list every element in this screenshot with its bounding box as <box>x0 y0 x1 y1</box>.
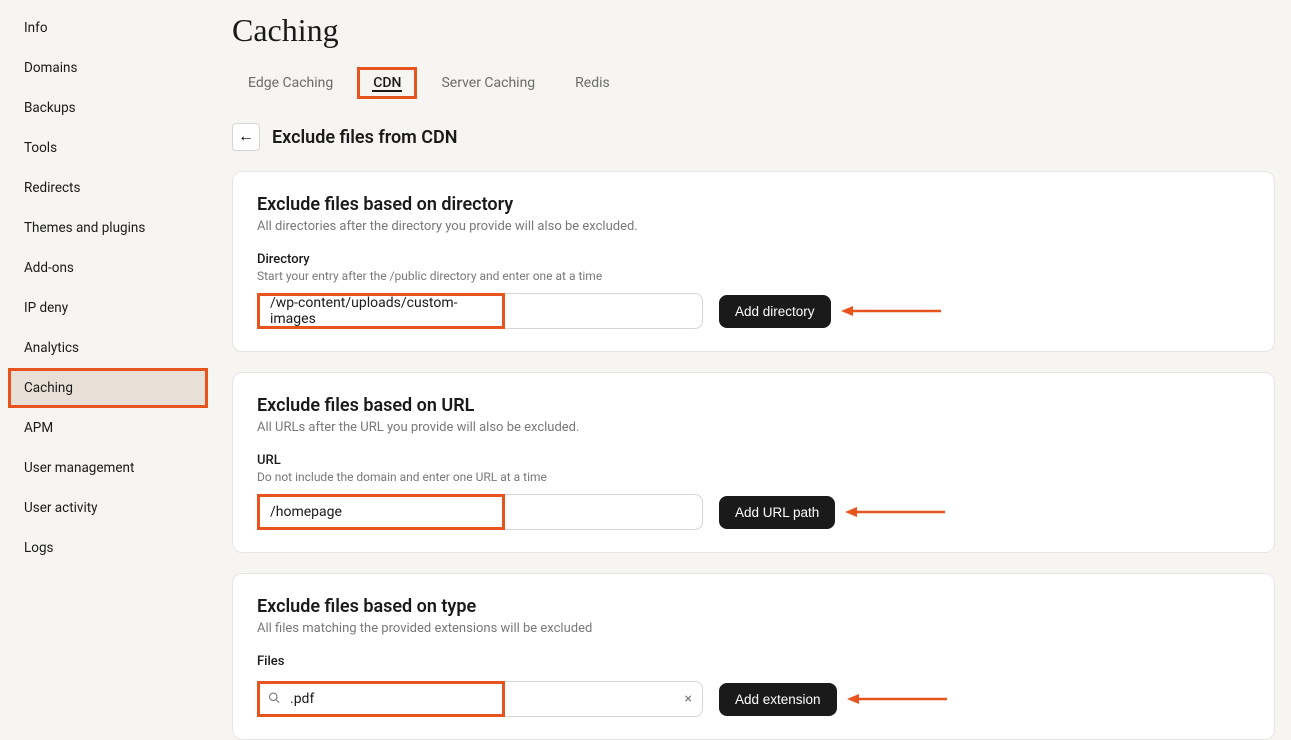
field-hint-directory: Start your entry after the /public direc… <box>257 269 1250 283</box>
annotation-highlight-url-value: /homepage <box>257 494 505 530</box>
annotation-arrow-type <box>847 693 947 705</box>
sidebar-item-tools[interactable]: Tools <box>0 128 216 168</box>
sidebar-item-backups[interactable]: Backups <box>0 88 216 128</box>
tab-redis[interactable]: Redis <box>559 67 626 99</box>
sidebar-item-apm[interactable]: APM <box>0 408 216 448</box>
field-label-directory: Directory <box>257 252 1250 267</box>
field-label-type: Files <box>257 654 1250 669</box>
arrow-left-icon: ← <box>238 128 254 146</box>
section-header: ← Exclude files from CDN <box>232 123 1275 151</box>
sidebar-item-ip-deny[interactable]: IP deny <box>0 288 216 328</box>
add-url-button[interactable]: Add URL path <box>719 496 835 529</box>
annotation-arrow-directory <box>841 305 941 317</box>
sidebar-item-domains[interactable]: Domains <box>0 48 216 88</box>
sidebar: Info Domains Backups Tools Redirects The… <box>0 0 216 710</box>
input-row-type: .pdf × Add extension <box>257 681 1250 717</box>
input-row-url: /homepage Add URL path <box>257 494 1250 530</box>
card-exclude-url: Exclude files based on URL All URLs afte… <box>232 372 1275 553</box>
back-button[interactable]: ← <box>232 123 260 151</box>
sidebar-item-logs[interactable]: Logs <box>0 528 216 568</box>
sidebar-item-themes-plugins[interactable]: Themes and plugins <box>0 208 216 248</box>
directory-input[interactable]: /wp-content/uploads/custom-images <box>257 293 703 329</box>
tabs: Edge Caching CDN Server Caching Redis <box>232 67 1275 99</box>
sidebar-item-analytics[interactable]: Analytics <box>0 328 216 368</box>
tab-edge-caching[interactable]: Edge Caching <box>232 67 349 99</box>
annotation-highlight-type-value: .pdf <box>257 681 505 717</box>
card-title-type: Exclude files based on type <box>257 596 1250 617</box>
section-title: Exclude files from CDN <box>272 127 457 148</box>
card-subtitle-url: All URLs after the URL you provide will … <box>257 420 1250 435</box>
files-input[interactable]: .pdf × <box>257 681 703 717</box>
sidebar-item-user-activity[interactable]: User activity <box>0 488 216 528</box>
card-exclude-type: Exclude files based on type All files ma… <box>232 573 1275 740</box>
sidebar-item-caching[interactable]: Caching <box>11 371 205 405</box>
search-icon <box>268 692 280 707</box>
annotation-highlight-sidebar-caching: Caching <box>8 368 208 408</box>
field-label-url: URL <box>257 453 1250 468</box>
sidebar-item-add-ons[interactable]: Add-ons <box>0 248 216 288</box>
clear-icon[interactable]: × <box>685 691 692 707</box>
card-title-directory: Exclude files based on directory <box>257 194 1250 215</box>
tab-server-caching[interactable]: Server Caching <box>425 67 551 99</box>
annotation-highlight-directory-value: /wp-content/uploads/custom-images <box>257 293 505 329</box>
add-extension-button[interactable]: Add extension <box>719 683 837 716</box>
input-row-directory: /wp-content/uploads/custom-images Add di… <box>257 293 1250 329</box>
add-directory-button[interactable]: Add directory <box>719 295 831 328</box>
card-exclude-directory: Exclude files based on directory All dir… <box>232 171 1275 352</box>
sidebar-item-redirects[interactable]: Redirects <box>0 168 216 208</box>
url-input[interactable]: /homepage <box>257 494 703 530</box>
annotation-arrow-url <box>845 506 945 518</box>
card-title-url: Exclude files based on URL <box>257 395 1250 416</box>
sidebar-item-user-management[interactable]: User management <box>0 448 216 488</box>
page-title: Caching <box>232 12 1275 49</box>
tab-cdn[interactable]: CDN <box>357 67 417 99</box>
main-content: Caching Edge Caching CDN Server Caching … <box>216 0 1291 710</box>
card-subtitle-type: All files matching the provided extensio… <box>257 621 1250 636</box>
sidebar-item-info[interactable]: Info <box>0 8 216 48</box>
field-hint-url: Do not include the domain and enter one … <box>257 470 1250 484</box>
card-subtitle-directory: All directories after the directory you … <box>257 219 1250 234</box>
